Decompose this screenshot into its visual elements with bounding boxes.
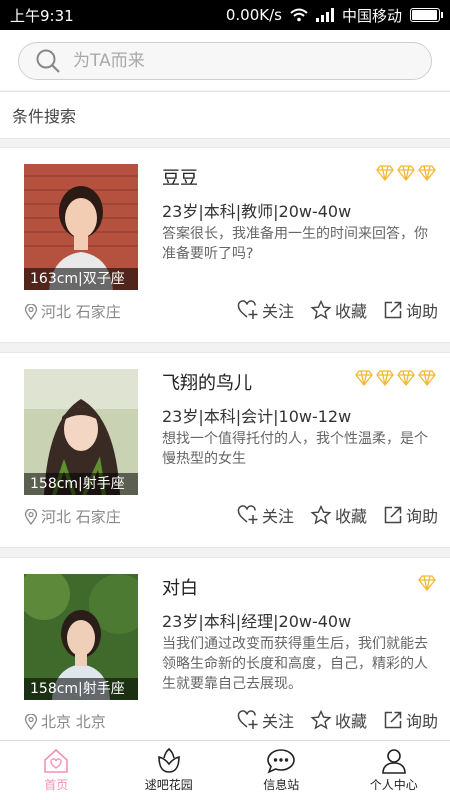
- follow-label: 关注: [261, 302, 294, 321]
- follow-button[interactable]: 关注: [237, 708, 294, 732]
- profile-photo[interactable]: 158cm|射手座: [24, 574, 138, 700]
- diamond-icon: [418, 370, 436, 386]
- chat-icon: [267, 749, 296, 774]
- condition-search-bar[interactable]: 条件搜索: [0, 91, 450, 139]
- inquire-label: 询助: [405, 507, 438, 526]
- wifi-icon: [290, 8, 308, 22]
- search-input[interactable]: [73, 51, 393, 71]
- battery-icon: [410, 8, 443, 22]
- star-icon: [310, 300, 332, 320]
- star-icon: [310, 505, 332, 525]
- battery-level: [412, 10, 438, 20]
- search-icon: [36, 49, 60, 73]
- profile-bio: 想找一个值得托付的人，我个性温柔，是个慢热型的女生: [162, 431, 428, 467]
- profile-info: 23岁|本科|教师|20w-40w: [162, 202, 352, 221]
- status-right: 0.00K/s 中国移动: [225, 5, 443, 26]
- card-actions: 关注 收藏 询助: [237, 708, 438, 732]
- tab-profile-label: 个人中心: [369, 778, 418, 792]
- carrier-name: 中国移动: [341, 6, 402, 25]
- profile-location: 河北 石家庄: [24, 301, 121, 322]
- profile-name[interactable]: 豆豆: [162, 164, 198, 190]
- flower-icon: [157, 748, 180, 773]
- tab-messages[interactable]: 信息站: [225, 741, 338, 800]
- tab-profile[interactable]: 个人中心: [338, 741, 450, 800]
- favorite-label: 收藏: [334, 507, 367, 526]
- heart-plus-icon: [237, 710, 258, 729]
- height-sign-caption: 163cm|双子座: [24, 268, 138, 290]
- height-sign-caption: 158cm|射手座: [24, 473, 138, 495]
- height-sign-caption: 158cm|射手座: [24, 678, 138, 700]
- profile-card[interactable]: 158cm|射手座 飞翔的鸟儿 23岁|本科|会计|10w-12w 想找一个值得…: [0, 352, 450, 548]
- card-actions: 关注 收藏 询助: [237, 503, 438, 527]
- profile-photo[interactable]: 163cm|双子座: [24, 164, 138, 290]
- profile-location: 河北 石家庄: [24, 506, 121, 527]
- search-box[interactable]: [18, 42, 432, 80]
- favorite-button[interactable]: 收藏: [310, 708, 367, 732]
- tab-garden[interactable]: 逑吧花园: [113, 741, 226, 800]
- diamond-icon: [418, 165, 436, 181]
- gem-rating: [355, 370, 436, 386]
- profile-bio: 答案很长，我准备用一生的时间来回答，你准备要听了吗?: [162, 226, 428, 262]
- inquire-button[interactable]: 询助: [383, 503, 438, 527]
- location-text: 河北 石家庄: [41, 508, 121, 526]
- diamond-icon: [397, 370, 415, 386]
- share-out-icon: [384, 506, 402, 524]
- profile-info: 23岁|本科|经理|20w-40w: [162, 612, 352, 631]
- diamond-icon: [397, 165, 415, 181]
- tab-messages-label: 信息站: [263, 778, 300, 792]
- diamond-icon: [355, 370, 373, 386]
- profile-name[interactable]: 飞翔的鸟儿: [162, 369, 252, 395]
- bottom-tab-bar: 首页 逑吧花园 信息站 个人中心: [0, 740, 450, 800]
- card-actions: 关注 收藏 询助: [237, 298, 438, 322]
- follow-label: 关注: [261, 507, 294, 526]
- heart-plus-icon: [237, 505, 258, 524]
- inquire-label: 询助: [405, 712, 438, 731]
- tab-garden-label: 逑吧花园: [144, 778, 193, 792]
- profile-card[interactable]: 158cm|射手座 对白 23岁|本科|经理|20w-40w 当我们通过改变而获…: [0, 557, 450, 753]
- follow-label: 关注: [261, 712, 294, 731]
- network-speed: 0.00K/s: [225, 6, 282, 24]
- gem-rating: [418, 575, 436, 591]
- inquire-button[interactable]: 询助: [383, 298, 438, 322]
- status-bar: 上午9:31 0.00K/s 中国移动: [0, 0, 450, 30]
- user-icon: [381, 749, 406, 774]
- location-text: 北京 北京: [41, 713, 106, 731]
- tab-home[interactable]: 首页: [0, 741, 113, 800]
- favorite-label: 收藏: [334, 712, 367, 731]
- follow-button[interactable]: 关注: [237, 503, 294, 527]
- heart-plus-icon: [237, 300, 258, 319]
- inquire-button[interactable]: 询助: [383, 708, 438, 732]
- profile-card[interactable]: 163cm|双子座 豆豆 23岁|本科|教师|20w-40w 答案很长，我准备用…: [0, 147, 450, 343]
- diamond-icon: [418, 575, 436, 591]
- favorite-label: 收藏: [334, 302, 367, 321]
- profile-name[interactable]: 对白: [162, 574, 198, 600]
- profile-list: 163cm|双子座 豆豆 23岁|本科|教师|20w-40w 答案很长，我准备用…: [0, 147, 450, 762]
- location-pin-icon: [24, 303, 38, 320]
- profile-location: 北京 北京: [24, 711, 106, 732]
- location-pin-icon: [24, 713, 38, 730]
- follow-button[interactable]: 关注: [237, 298, 294, 322]
- location-pin-icon: [24, 508, 38, 525]
- share-out-icon: [384, 301, 402, 319]
- profile-info: 23岁|本科|会计|10w-12w: [162, 407, 352, 426]
- home-icon: [44, 748, 69, 773]
- share-out-icon: [384, 711, 402, 729]
- favorite-button[interactable]: 收藏: [310, 503, 367, 527]
- favorite-button[interactable]: 收藏: [310, 298, 367, 322]
- gem-rating: [376, 165, 436, 181]
- location-text: 河北 石家庄: [41, 303, 121, 321]
- search-area: [0, 30, 450, 90]
- diamond-icon: [376, 165, 394, 181]
- diamond-icon: [376, 370, 394, 386]
- star-icon: [310, 710, 332, 730]
- tab-home-label: 首页: [44, 778, 69, 792]
- profile-bio: 当我们通过改变而获得重生后，我们就能去领略生命新的长度和高度，自己，精彩的人生就…: [162, 636, 428, 692]
- profile-photo[interactable]: 158cm|射手座: [24, 369, 138, 495]
- condition-search-label: 条件搜索: [12, 107, 77, 126]
- inquire-label: 询助: [405, 302, 438, 321]
- signal-icon: [315, 8, 334, 22]
- status-time: 上午9:31: [10, 6, 74, 25]
